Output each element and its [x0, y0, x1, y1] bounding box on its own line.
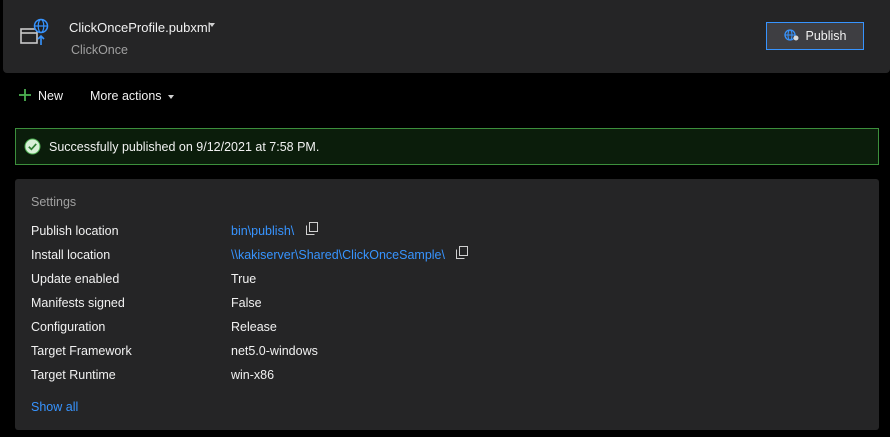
publish-button[interactable]: Publish [766, 22, 864, 50]
publish-web-icon [19, 17, 51, 49]
new-button[interactable]: New [18, 86, 63, 106]
setting-value: Release [231, 320, 277, 334]
profile-name[interactable]: ClickOnceProfile.pubxml [69, 20, 211, 35]
setting-row-target-framework: Target Framework net5.0-windows [31, 342, 871, 362]
setting-value: \\kakiserver\Shared\ClickOnceSample\ [231, 246, 469, 262]
profile-type: ClickOnce [71, 43, 128, 57]
publish-location-link[interactable]: bin\publish\ [231, 224, 294, 238]
show-all-link[interactable]: Show all [31, 400, 78, 414]
new-button-label: New [38, 89, 64, 103]
setting-value: net5.0-windows [231, 344, 318, 358]
more-actions-button[interactable]: More actions [90, 86, 174, 106]
setting-label: Target Framework [31, 344, 132, 358]
setting-row-update-enabled: Update enabled True [31, 270, 871, 290]
setting-row-publish-location: Publish location bin\publish\ [31, 222, 871, 242]
install-location-link[interactable]: \\kakiserver\Shared\ClickOnceSample\ [231, 248, 445, 262]
setting-label: Install location [31, 248, 111, 262]
setting-value: True [231, 272, 257, 286]
publish-icon [783, 28, 800, 45]
setting-row-install-location: Install location \\kakiserver\Shared\Cli… [31, 246, 871, 266]
copy-icon[interactable] [456, 246, 469, 262]
setting-label: Update enabled [31, 272, 120, 286]
publish-button-label: Publish [805, 29, 847, 43]
setting-value: bin\publish\ [231, 222, 318, 238]
setting-label: Configuration [31, 320, 106, 334]
plus-icon [18, 88, 32, 105]
checkmark-circle-icon [24, 138, 41, 155]
copy-icon[interactable] [305, 222, 318, 238]
setting-row-manifests-signed: Manifests signed False [31, 294, 871, 314]
setting-label: Manifests signed [31, 296, 125, 310]
setting-value: win-x86 [231, 368, 275, 382]
setting-label: Target Runtime [31, 368, 116, 382]
success-message: Successfully published on 9/12/2021 at 7… [49, 139, 320, 154]
setting-label: Publish location [31, 224, 119, 238]
settings-title: Settings [31, 195, 77, 209]
chevron-down-icon [167, 95, 174, 99]
profile-dropdown-icon[interactable] [209, 23, 215, 27]
more-actions-label: More actions [90, 89, 162, 103]
success-banner: Successfully published on 9/12/2021 at 7… [15, 128, 879, 165]
settings-panel: Settings Publish location bin\publish\ I… [15, 179, 879, 430]
setting-value: False [231, 296, 262, 310]
setting-row-target-runtime: Target Runtime win-x86 [31, 366, 871, 386]
profile-header: ClickOnceProfile.pubxml ClickOnce Publis… [3, 0, 890, 73]
setting-row-configuration: Configuration Release [31, 318, 871, 338]
